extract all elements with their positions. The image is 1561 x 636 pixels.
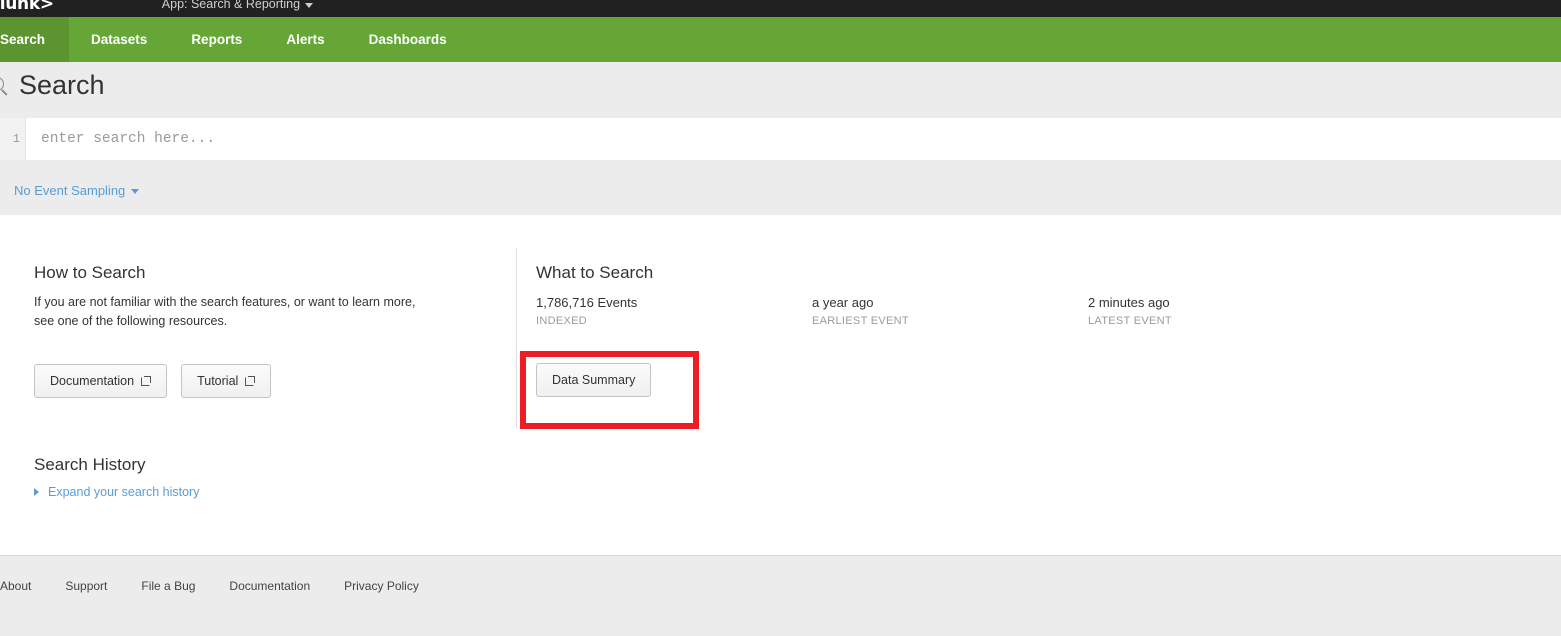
event-sampling-dropdown[interactable]: No Event Sampling (14, 183, 140, 198)
main-content: How to Search If you are not familiar wi… (0, 215, 1561, 555)
page-header-band: Search (0, 62, 1561, 118)
stat-indexed: 1,786,716 Events INDEXED (536, 295, 812, 327)
app-selector[interactable]: App: Search & Reporting (72, 0, 314, 11)
nav-item-reports[interactable]: Reports (169, 17, 264, 62)
expand-search-history-label: Expand your search history (48, 485, 200, 499)
footer-link-about[interactable]: About (0, 579, 31, 593)
data-summary-area: Data Summary (520, 351, 1436, 429)
external-link-icon (245, 375, 256, 386)
search-line-number: 1 (0, 118, 26, 160)
splunk-logo[interactable]: splunk> (0, 0, 72, 14)
stat-earliest-event-value: a year ago (812, 295, 874, 310)
event-sampling-label: No Event Sampling (14, 183, 126, 198)
search-input[interactable] (26, 118, 1561, 160)
how-to-search-buttons: Documentation Tutorial (34, 363, 464, 398)
footer-link-support[interactable]: Support (65, 579, 107, 593)
external-link-icon (141, 375, 152, 386)
nav-item-reports-label: Reports (191, 32, 243, 47)
page-title-row: Search (0, 72, 105, 99)
footer: About Support File a Bug Documentation P… (0, 555, 1561, 636)
nav-item-search-label: Search (0, 32, 46, 47)
nav-item-dashboards-label: Dashboards (368, 32, 447, 47)
chevron-down-icon (305, 2, 314, 8)
nav-item-alerts-label: Alerts (286, 32, 325, 47)
how-to-search-title: How to Search (34, 263, 146, 282)
footer-links: About Support File a Bug Documentation P… (0, 579, 419, 593)
event-stats: 1,786,716 Events INDEXED a year ago EARL… (536, 295, 1436, 327)
footer-link-file-a-bug[interactable]: File a Bug (141, 579, 195, 593)
column-divider (516, 248, 517, 428)
page-title: Search (19, 70, 105, 100)
app-bar: splunk> App: Search & Reporting (0, 0, 1561, 17)
nav-item-alerts[interactable]: Alerts (264, 17, 346, 62)
chevron-down-icon (131, 189, 140, 194)
stat-earliest-event-label: EARLIEST EVENT (812, 315, 909, 327)
stat-indexed-label: INDEXED (536, 315, 587, 327)
tutorial-button-label: Tutorial (197, 373, 239, 388)
footer-link-privacy-policy[interactable]: Privacy Policy (344, 579, 419, 593)
nav-item-datasets[interactable]: Datasets (69, 17, 169, 62)
data-summary-button-label: Data Summary (552, 373, 636, 387)
documentation-button-label: Documentation (50, 373, 135, 388)
search-icon (0, 75, 10, 97)
search-bar: 1 (0, 118, 1561, 160)
stat-earliest-event: a year ago EARLIEST EVENT (812, 295, 1088, 327)
how-to-search-panel: How to Search If you are not familiar wi… (34, 263, 464, 398)
expand-search-history-link[interactable]: Expand your search history (34, 485, 464, 499)
tutorial-button[interactable]: Tutorial (181, 363, 272, 398)
how-to-search-body: If you are not familiar with the search … (34, 295, 416, 328)
sampling-bar: No Event Sampling (0, 160, 1561, 215)
stat-indexed-value: 1,786,716 Events (536, 295, 638, 310)
stat-latest-event: 2 minutes ago LATEST EVENT (1088, 295, 1364, 327)
app-selector-label: App: Search & Reporting (161, 0, 301, 11)
nav-item-search[interactable]: Search (0, 17, 70, 62)
data-summary-button[interactable]: Data Summary (536, 363, 652, 397)
what-to-search-panel: What to Search 1,786,716 Events INDEXED … (520, 263, 1436, 429)
documentation-button[interactable]: Documentation (34, 363, 168, 398)
nav-item-dashboards[interactable]: Dashboards (347, 17, 469, 62)
main-nav-bar: Search Datasets Reports Alerts Dashboard… (0, 17, 1561, 62)
stat-latest-event-label: LATEST EVENT (1088, 315, 1172, 327)
nav-item-datasets-label: Datasets (91, 32, 148, 47)
what-to-search-title: What to Search (536, 263, 654, 282)
footer-link-documentation[interactable]: Documentation (229, 579, 310, 593)
chevron-right-icon (34, 488, 39, 496)
search-history-title: Search History (34, 455, 146, 474)
search-history-panel: Search History Expand your search histor… (34, 455, 464, 499)
stat-latest-event-value: 2 minutes ago (1088, 295, 1170, 310)
